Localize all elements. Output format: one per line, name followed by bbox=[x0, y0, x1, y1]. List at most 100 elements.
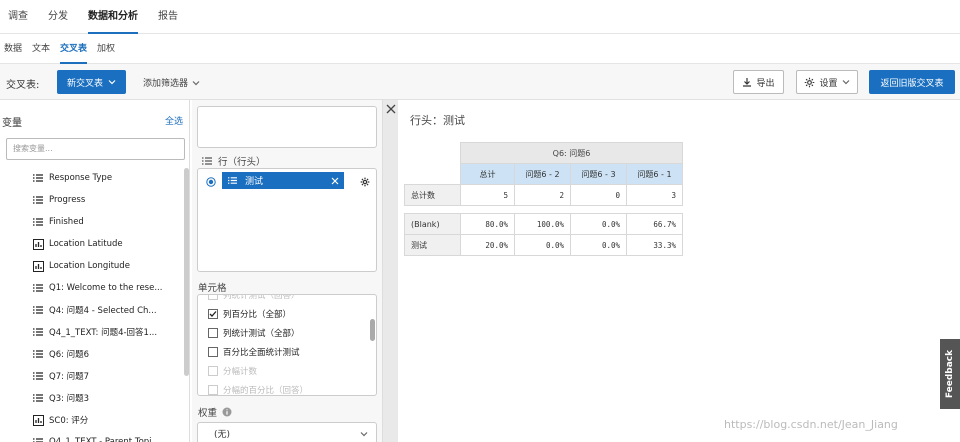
cell-option-checkbox[interactable]: 分幅计数 bbox=[208, 363, 257, 379]
variable-item[interactable]: Q4_1_TEXT: 问题4-回答1... bbox=[32, 322, 157, 342]
variable-item[interactable]: Q4_1_TEXT - Parent Topi... bbox=[32, 432, 160, 442]
cell-option-label: 列统计测试（全部） bbox=[223, 329, 300, 339]
cell-option-checkbox[interactable]: 分幅的百分比（回答） bbox=[208, 382, 308, 395]
list-icon bbox=[32, 392, 44, 404]
list-icon bbox=[32, 348, 44, 360]
checkbox-empty-icon bbox=[208, 328, 218, 338]
list-icon bbox=[32, 282, 44, 294]
settings-button[interactable]: 设置 bbox=[796, 70, 858, 94]
chevron-down-icon bbox=[192, 80, 200, 85]
table-cell: 33.3% bbox=[626, 234, 683, 256]
search-variables-input[interactable]: 搜索变量... bbox=[6, 138, 185, 160]
export-button[interactable]: 导出 bbox=[733, 70, 784, 94]
row-variable-tag[interactable]: 测试 bbox=[222, 172, 344, 189]
sub-nav: 数据 文本 交叉表 加权 bbox=[0, 34, 960, 64]
variable-item[interactable]: Progress bbox=[32, 190, 85, 210]
table-cell: 0 bbox=[570, 184, 627, 206]
variable-item[interactable]: Finished bbox=[32, 212, 84, 232]
variables-title: 变量 bbox=[2, 118, 22, 129]
nav-survey[interactable]: 调查 bbox=[8, 0, 28, 34]
variable-item[interactable]: Response Type bbox=[32, 168, 112, 188]
variable-label: SC0: 评分 bbox=[49, 416, 89, 426]
variable-item[interactable]: Q3: 问题3 bbox=[32, 388, 89, 408]
list-icon bbox=[32, 304, 44, 316]
crosstab-area: 行头：测试 Q6: 问题6 总计 问题6 - 2 问题6 - 3 问题6 - 1… bbox=[398, 100, 960, 442]
table-cell: 0.0% bbox=[514, 234, 571, 256]
list-icon bbox=[32, 194, 44, 206]
table-row: 测试 20.0% 0.0% 0.0% 33.3% bbox=[404, 234, 683, 256]
feedback-button[interactable]: Feedback bbox=[940, 339, 960, 409]
cell-option-checkbox[interactable]: 百分比全面统计测试 bbox=[208, 344, 300, 360]
panel-divider[interactable] bbox=[382, 100, 398, 442]
nav-reports[interactable]: 报告 bbox=[158, 0, 178, 34]
checkbox-checked-icon bbox=[208, 309, 218, 319]
tab-data[interactable]: 数据 bbox=[4, 34, 22, 64]
info-icon[interactable] bbox=[222, 407, 232, 417]
column-header: 问题6 - 3 bbox=[570, 163, 627, 185]
rows-label: 行（行头） bbox=[218, 157, 266, 168]
cell-option-label: 列统计测试（回答） bbox=[223, 294, 300, 301]
feedback-label: Feedback bbox=[945, 349, 955, 399]
table-cell: 66.7% bbox=[626, 213, 683, 235]
variable-label: Q7: 问题7 bbox=[49, 372, 90, 382]
variables-scrollbar[interactable] bbox=[184, 168, 189, 376]
row-label: 测试 bbox=[404, 234, 461, 256]
cells-scrollbar[interactable] bbox=[370, 319, 375, 341]
table-cell: 3 bbox=[626, 184, 683, 206]
variable-item[interactable]: Q7: 问题7 bbox=[32, 366, 89, 386]
close-icon[interactable] bbox=[331, 177, 339, 185]
variable-label: Q4_1_TEXT: 问题4-回答1... bbox=[49, 328, 158, 338]
tab-text[interactable]: 文本 bbox=[32, 34, 50, 64]
back-old-label: 返回旧版交叉表 bbox=[880, 78, 944, 89]
table-cell: 2 bbox=[514, 184, 571, 206]
variable-item[interactable]: Q1: Welcome to the rese... bbox=[32, 278, 162, 298]
variable-label: Q3: 问题3 bbox=[49, 394, 90, 404]
cell-option-label: 列百分比（全部） bbox=[223, 310, 292, 320]
top-nav: 调查 分发 数据和分析 报告 bbox=[0, 0, 960, 34]
blank-cell bbox=[405, 143, 461, 164]
row-tag-label: 测试 bbox=[245, 177, 264, 187]
add-filter-label: 添加筛选器 bbox=[143, 79, 189, 89]
new-crosstab-label: 新交叉表 bbox=[66, 78, 103, 89]
table-cell: 100.0% bbox=[514, 213, 571, 235]
variable-item[interactable]: Q4: 问题4 - Selected Ch... bbox=[32, 300, 157, 320]
columns-drop-zone[interactable] bbox=[197, 106, 377, 148]
list-icon bbox=[32, 216, 44, 228]
checkbox-empty-icon bbox=[208, 347, 218, 357]
nav-distribute[interactable]: 分发 bbox=[48, 0, 68, 34]
cell-option-checkbox[interactable]: 列统计测试（回答） bbox=[208, 294, 300, 303]
checkbox-empty-icon bbox=[208, 366, 218, 376]
toolbar: 交叉表: 新交叉表 添加筛选器 导出 设置 返回旧版交叉表 bbox=[0, 64, 960, 100]
weight-label: 权重 bbox=[198, 408, 218, 419]
variable-item[interactable]: Location Longitude bbox=[32, 256, 130, 276]
chevron-down-icon bbox=[108, 80, 116, 85]
cell-option-checkbox[interactable]: 列百分比（全部） bbox=[208, 306, 291, 322]
cell-option-checkbox[interactable]: 列统计测试（全部） bbox=[208, 325, 300, 341]
tab-crosstab[interactable]: 交叉表 bbox=[60, 34, 88, 64]
crosstab-label: 交叉表: bbox=[6, 80, 40, 91]
weight-select[interactable]: (无) bbox=[197, 422, 377, 442]
variable-item[interactable]: Q6: 问题6 bbox=[32, 344, 89, 364]
gear-icon bbox=[805, 77, 815, 87]
back-to-old-crosstab-button[interactable]: 返回旧版交叉表 bbox=[869, 70, 955, 94]
settings-small-icon[interactable] bbox=[360, 177, 370, 187]
column-header: 问题6 - 2 bbox=[514, 163, 571, 185]
variable-item[interactable]: SC0: 评分 bbox=[32, 410, 88, 430]
add-filter-button[interactable]: 添加筛选器 bbox=[143, 76, 200, 89]
radio-selected-icon[interactable] bbox=[206, 177, 216, 187]
new-crosstab-button[interactable]: 新交叉表 bbox=[57, 70, 126, 94]
chevron-down-icon bbox=[842, 80, 849, 85]
select-all-link[interactable]: 全选 bbox=[165, 114, 183, 127]
variable-label: Location Latitude bbox=[49, 239, 123, 249]
close-panel-icon[interactable] bbox=[386, 104, 396, 114]
cells-options-box: 列统计测试（回答） 列百分比（全部） 列统计测试（全部） 百分比全面统计测试分幅计数分… bbox=[197, 294, 377, 396]
nav-data-analysis[interactable]: 数据和分析 bbox=[88, 0, 138, 34]
list-icon bbox=[32, 326, 44, 338]
bar-chart-icon bbox=[32, 414, 44, 426]
variable-label: Location Longitude bbox=[49, 261, 130, 271]
variable-item[interactable]: Location Latitude bbox=[32, 234, 123, 254]
rows-section-header: 行（行头） bbox=[202, 154, 266, 168]
blank-cell bbox=[405, 164, 461, 185]
cell-option-label: 百分比全面统计测试 bbox=[223, 348, 300, 358]
tab-weighting[interactable]: 加权 bbox=[97, 34, 115, 64]
